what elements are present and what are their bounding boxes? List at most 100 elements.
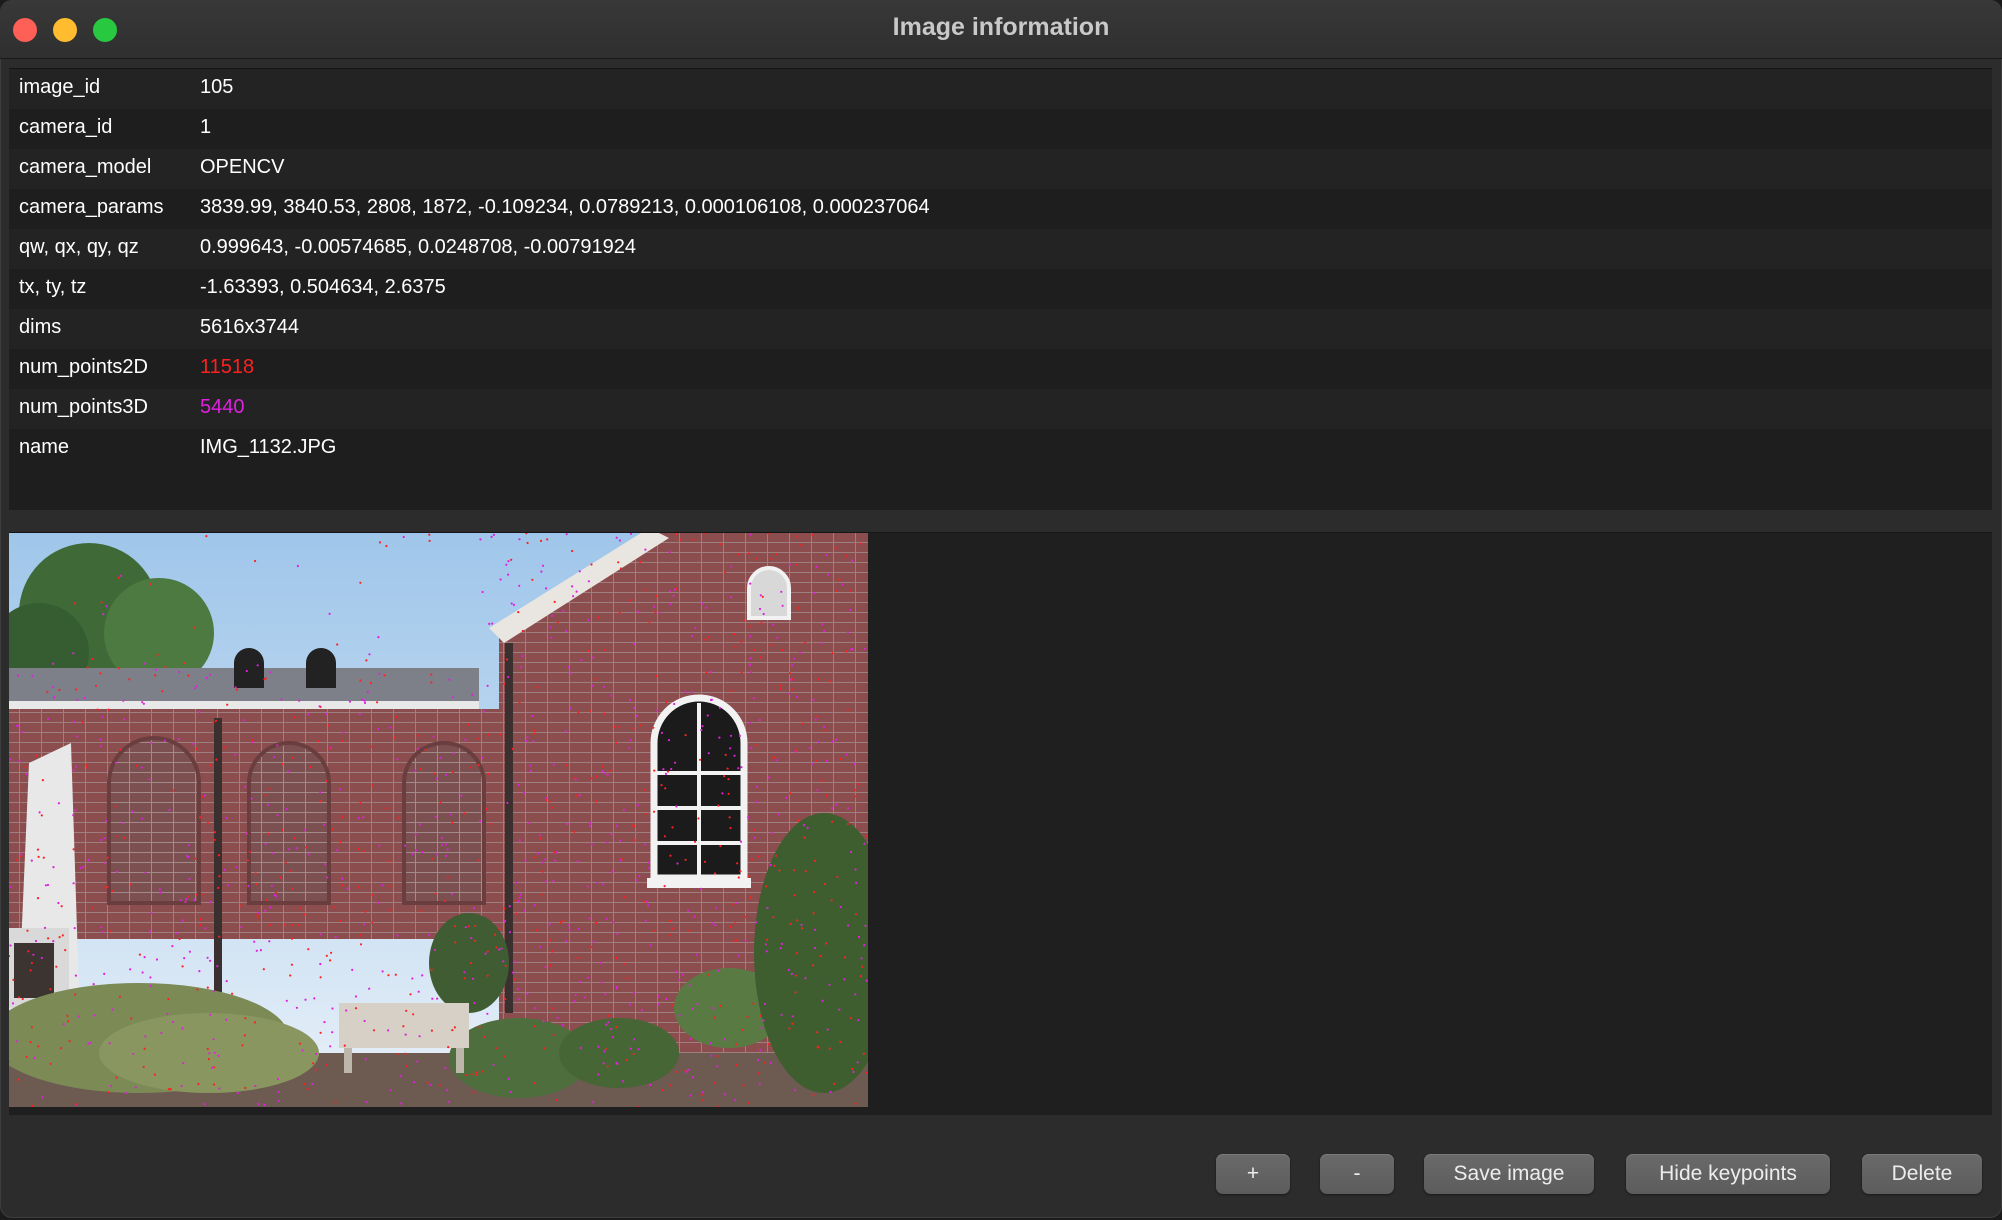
image-info-table[interactable]: image_id 105 camera_id 1 camera_model OP…: [9, 68, 1992, 510]
keypoint: [15, 859, 19, 862]
keypoint: [694, 840, 697, 843]
delete-button[interactable]: Delete: [1862, 1154, 1982, 1194]
keypoint: [339, 788, 342, 791]
keypoint: [60, 1047, 63, 1050]
keypoint: [579, 1046, 582, 1050]
keypoint: [618, 611, 621, 615]
keypoint: [242, 719, 245, 722]
info-row-dims[interactable]: dims 5616x3744: [9, 309, 1992, 349]
keypoint: [770, 643, 773, 646]
info-row-rotation[interactable]: qw, qx, qy, qz 0.999643, -0.00574685, 0.…: [9, 229, 1992, 269]
keypoint: [741, 1028, 744, 1031]
keypoint: [434, 892, 437, 895]
keypoint: [508, 905, 511, 908]
keypoint: [518, 896, 521, 899]
info-row-num-points2d[interactable]: num_points2D 11518: [9, 349, 1992, 389]
keypoint: [29, 1041, 32, 1044]
keypoint: [209, 673, 212, 676]
keypoint: [172, 789, 175, 792]
keypoint: [307, 713, 310, 716]
keypoint: [702, 1099, 705, 1102]
keypoint: [183, 957, 186, 960]
keypoint: [675, 805, 678, 808]
keypoint: [276, 814, 279, 817]
keypoint: [21, 997, 24, 1001]
keypoint: [96, 708, 99, 711]
keypoint: [729, 734, 733, 737]
keypoint: [700, 1093, 703, 1096]
keypoint: [632, 824, 635, 827]
keypoint: [207, 1058, 210, 1061]
keypoint: [478, 859, 481, 862]
keypoint: [800, 923, 803, 926]
keypoint: [474, 924, 477, 927]
keypoint: [479, 820, 482, 823]
hide-keypoints-button[interactable]: Hide keypoints: [1626, 1154, 1830, 1194]
keypoint: [217, 1054, 220, 1057]
info-row-camera-params[interactable]: camera_params 3839.99, 3840.53, 2808, 18…: [9, 189, 1992, 229]
keypoint: [85, 763, 88, 766]
keypoint: [295, 847, 298, 850]
keypoint: [546, 538, 549, 541]
keypoint: [716, 1055, 719, 1058]
arch: [402, 741, 486, 905]
keypoint: [551, 614, 554, 617]
info-row-num-points3d[interactable]: num_points3D 5440: [9, 389, 1992, 429]
save-image-button[interactable]: Save image: [1424, 1154, 1594, 1194]
keypoint: [209, 764, 212, 767]
keypoint: [72, 652, 75, 655]
keypoint: [368, 653, 371, 656]
image-with-keypoints[interactable]: [9, 533, 868, 1107]
info-row-translation[interactable]: tx, ty, tz -1.63393, 0.504634, 2.6375: [9, 269, 1992, 309]
keypoint: [757, 855, 760, 858]
keypoint: [387, 974, 390, 977]
keypoint: [323, 1021, 326, 1024]
keypoint: [740, 766, 743, 769]
zoom-in-button[interactable]: +: [1216, 1154, 1290, 1194]
keypoint: [578, 980, 582, 983]
keypoint: [428, 533, 431, 536]
keypoint: [619, 839, 622, 842]
keypoint: [58, 936, 61, 939]
keypoint: [235, 866, 238, 869]
keypoint: [256, 664, 259, 667]
keypoint: [854, 1102, 857, 1105]
keypoint: [418, 823, 422, 826]
image-viewer[interactable]: [9, 532, 1992, 1115]
keypoint: [73, 927, 76, 930]
keypoint: [669, 854, 672, 857]
info-row-name[interactable]: name IMG_1132.JPG: [9, 429, 1992, 469]
info-row-camera-model[interactable]: camera_model OPENCV: [9, 149, 1992, 189]
info-row-camera-id[interactable]: camera_id 1: [9, 109, 1992, 149]
info-row-image-id[interactable]: image_id 105: [9, 69, 1992, 109]
keypoint: [671, 826, 674, 829]
title-bar[interactable]: Image information: [0, 0, 2002, 59]
keypoint: [597, 1045, 600, 1048]
keypoint: [100, 930, 103, 933]
keypoint: [46, 883, 50, 887]
keypoint: [779, 947, 782, 950]
keypoint: [553, 600, 556, 603]
keypoint: [244, 1086, 247, 1090]
keypoint: [690, 634, 694, 637]
keypoint: [517, 900, 520, 903]
keypoint: [362, 923, 366, 926]
keypoint: [597, 1073, 600, 1076]
zoom-out-button[interactable]: -: [1320, 1154, 1394, 1194]
keypoint: [132, 1052, 135, 1055]
keypoint: [622, 808, 626, 811]
keypoint: [688, 929, 691, 932]
keypoint: [495, 946, 498, 949]
keypoint: [827, 573, 830, 576]
keypoint: [304, 846, 308, 849]
keypoint: [865, 979, 868, 982]
keypoint: [718, 706, 722, 709]
keypoint: [99, 745, 103, 748]
keypoint: [156, 653, 159, 656]
keypoint: [862, 1052, 865, 1055]
keypoint: [549, 964, 552, 967]
keypoint: [714, 907, 718, 910]
keypoint: [734, 902, 738, 905]
keypoint: [517, 783, 520, 786]
keypoint: [212, 1038, 215, 1041]
